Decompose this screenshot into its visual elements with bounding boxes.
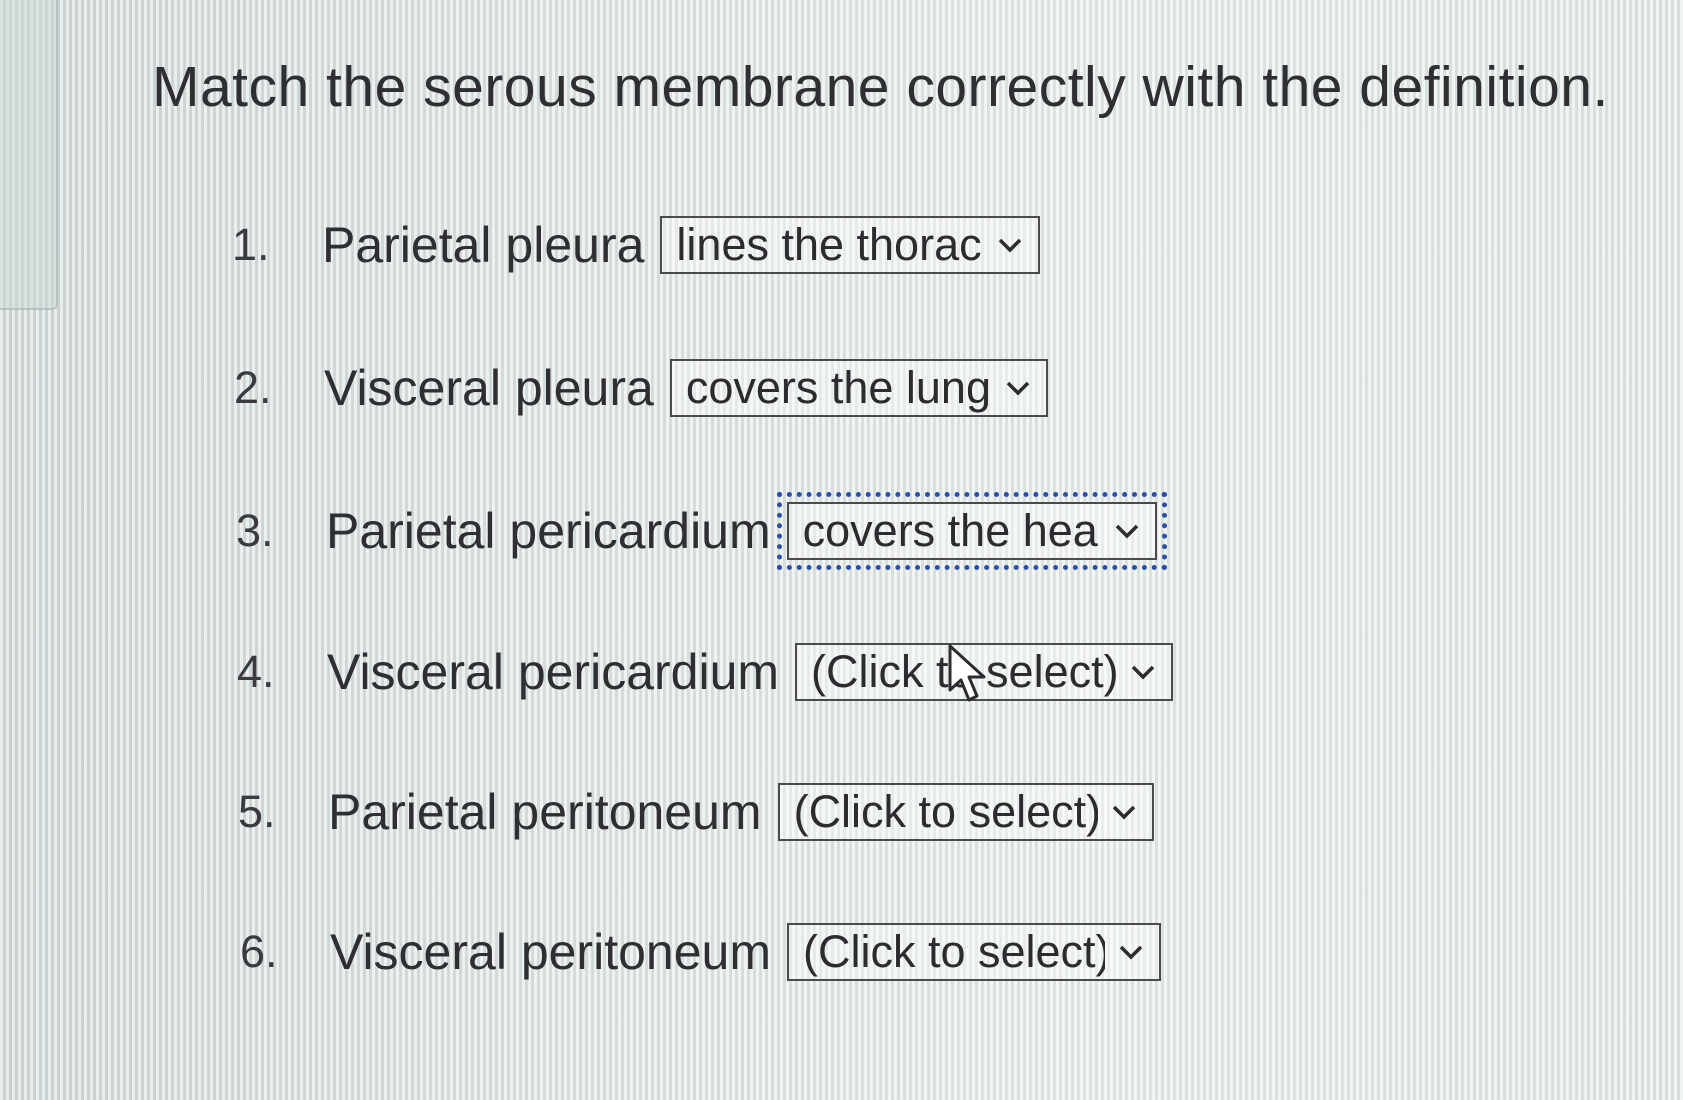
term-label-visceral-pleura: Visceral pleura bbox=[324, 360, 654, 416]
definition-select-5[interactable]: (Click to select) bbox=[777, 783, 1154, 841]
term-label-parietal-pleura: Parietal pleura bbox=[322, 217, 645, 273]
chevron-down-icon bbox=[1002, 372, 1034, 404]
term-label-visceral-pericardium: Visceral pericardium bbox=[327, 644, 780, 700]
term-label-parietal-pericardium: Parietal pericardium bbox=[326, 503, 771, 559]
term-label-parietal-peritoneum: Parietal peritoneum bbox=[328, 784, 762, 840]
chevron-down-icon bbox=[994, 229, 1026, 261]
chevron-down-icon bbox=[1115, 936, 1147, 968]
match-row-1: 1. Parietal pleura lines the thorac bbox=[232, 214, 1041, 276]
definition-select-2[interactable]: covers the lung bbox=[669, 359, 1048, 417]
definition-select-1[interactable]: lines the thorac bbox=[660, 216, 1041, 274]
row-number: 3. bbox=[236, 505, 274, 556]
window-edge bbox=[0, 0, 58, 310]
definition-select-6[interactable]: (Click to select) bbox=[786, 923, 1161, 981]
row-number: 6. bbox=[240, 926, 278, 977]
match-row-4: 4. Visceral pericardium (Click to select… bbox=[237, 641, 1174, 703]
chevron-down-icon bbox=[1108, 796, 1140, 828]
definition-select-3[interactable]: covers the hear bbox=[776, 492, 1167, 570]
match-row-5: 5. Parietal peritoneum (Click to select) bbox=[238, 781, 1154, 843]
row-number: 4. bbox=[237, 646, 275, 697]
chevron-down-icon bbox=[1127, 656, 1159, 688]
match-row-2: 2. Visceral pleura covers the lung bbox=[234, 357, 1048, 419]
match-row-3: 3. Parietal pericardium covers the hear bbox=[236, 492, 1167, 570]
row-number: 5. bbox=[238, 786, 276, 837]
row-number: 2. bbox=[234, 362, 272, 413]
select-value: (Click to select) bbox=[793, 786, 1098, 837]
question-title: Match the serous membrane correctly with… bbox=[152, 55, 1609, 119]
select-value: lines the thorac bbox=[676, 219, 982, 270]
select-value: covers the hear bbox=[802, 505, 1101, 556]
chevron-down-icon bbox=[1111, 515, 1143, 547]
select-value: covers the lung bbox=[685, 362, 991, 413]
select-value: (Click to select) bbox=[802, 926, 1105, 977]
term-label-visceral-peritoneum: Visceral peritoneum bbox=[330, 924, 771, 980]
select-value: (Click to select) bbox=[811, 646, 1118, 697]
row-number: 1. bbox=[232, 219, 270, 270]
definition-select-4[interactable]: (Click to select) bbox=[795, 643, 1174, 701]
match-row-6: 6. Visceral peritoneum (Click to select) bbox=[240, 921, 1161, 983]
